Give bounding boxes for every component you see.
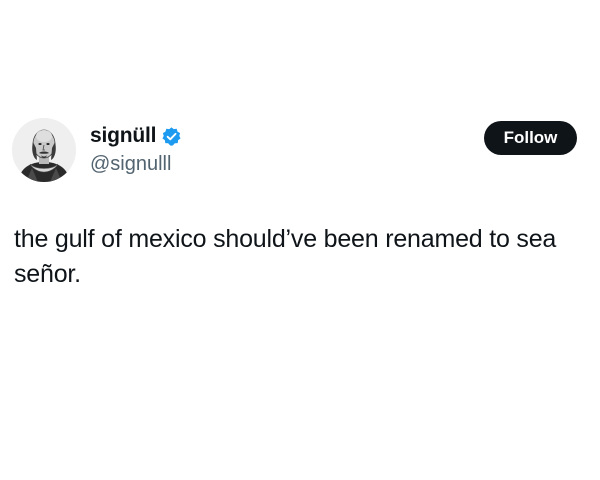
author-handle[interactable]: @signulll [90,153,171,176]
follow-button[interactable]: Follow [484,121,577,155]
shakespeare-portrait-icon [12,118,76,182]
tweet-text: the gulf of mexico should’ve been rename… [14,225,557,288]
avatar[interactable] [12,118,76,182]
tweet-card: signüll @signulll Follow the gulf of mex… [0,0,600,480]
verified-check-icon[interactable] [161,126,182,147]
author-name-row: signüll [90,124,182,148]
author-display-name[interactable]: signüll [90,124,156,148]
